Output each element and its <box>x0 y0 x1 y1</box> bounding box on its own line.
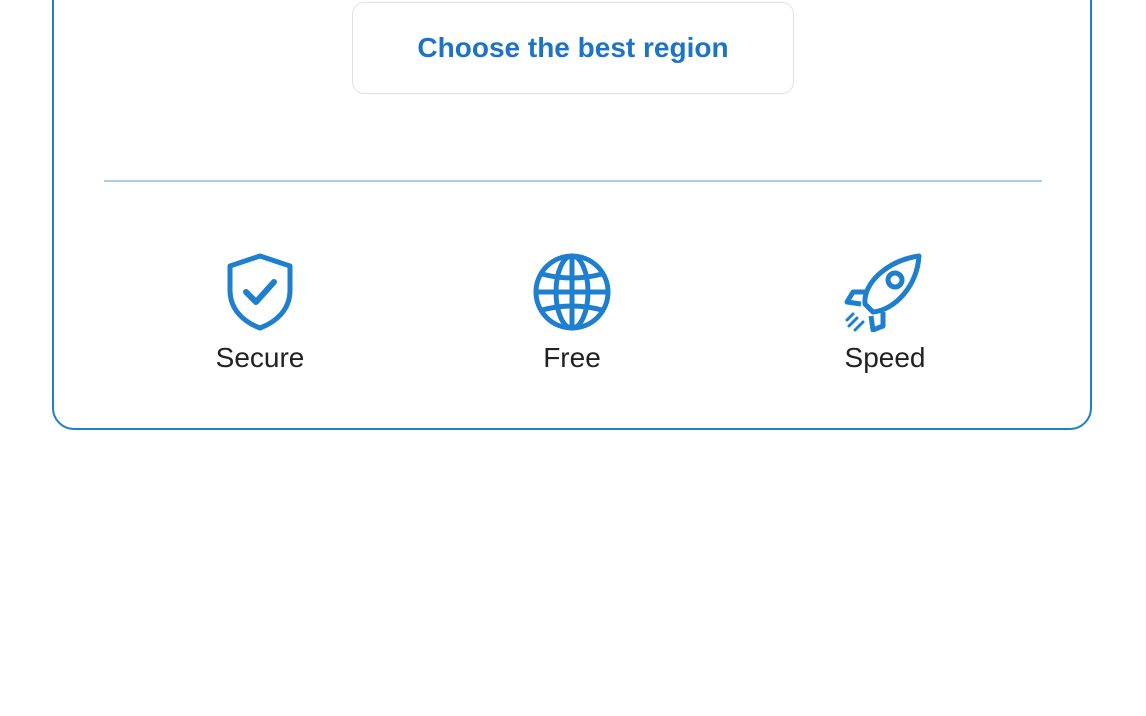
shield-check-icon <box>218 250 302 334</box>
feature-label: Speed <box>844 342 926 373</box>
choose-region-button[interactable]: Choose the best region <box>352 2 794 94</box>
feature-free: Free <box>472 250 672 374</box>
feature-speed: Speed <box>785 250 985 374</box>
feature-label: Free <box>543 342 601 373</box>
rocket-icon <box>843 250 927 334</box>
feature-label: Secure <box>215 342 305 373</box>
globe-icon <box>530 250 614 334</box>
feature-secure: Secure <box>160 250 360 374</box>
divider <box>104 180 1042 182</box>
